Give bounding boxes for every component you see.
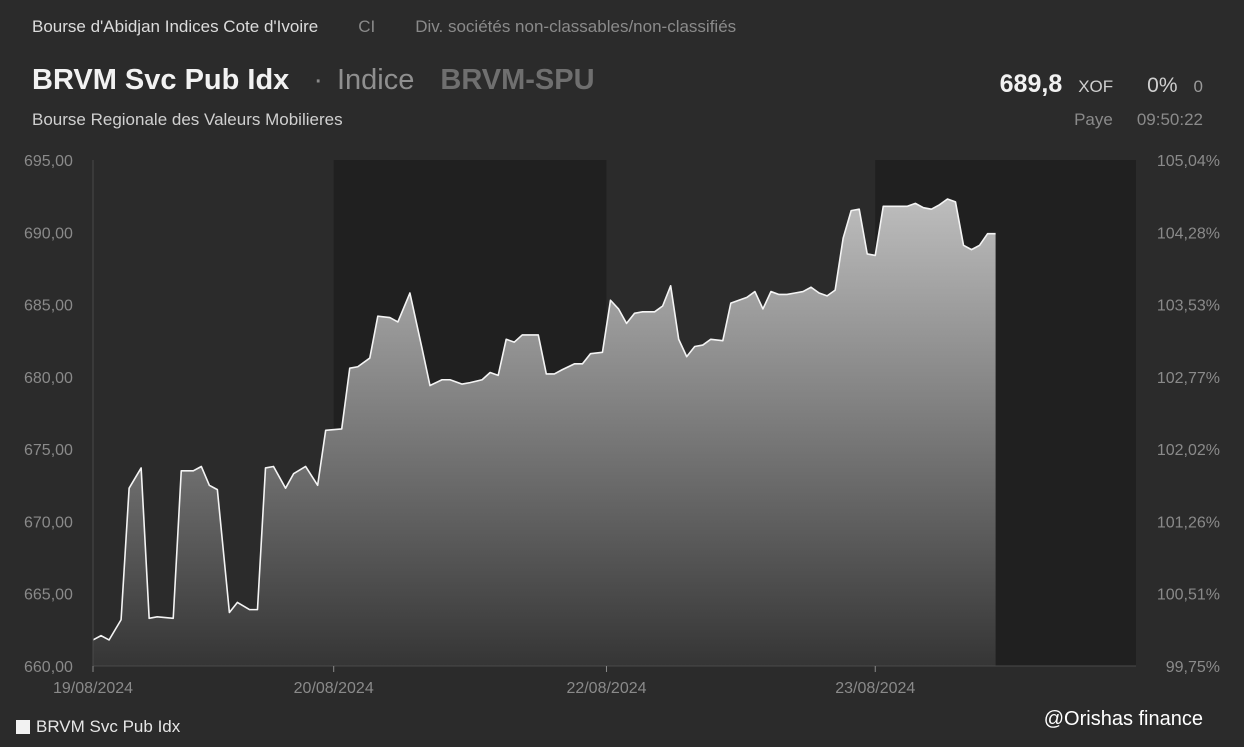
y2-tick-label: 102,77% — [1157, 370, 1220, 387]
y-tick-label: 660,00 — [24, 659, 73, 676]
x-tick-label: 19/08/2024 — [53, 680, 133, 697]
y-tick-label: 685,00 — [24, 298, 73, 315]
x-tick-label: 20/08/2024 — [294, 680, 374, 697]
x-tick-label: 22/08/2024 — [566, 680, 646, 697]
price-chart[interactable]: 660,00 99,75% 665,00 100,51% 670,00 101,26% 67… — [0, 0, 1244, 747]
y2-tick-label: 103,53% — [1157, 298, 1220, 315]
y2-tick-label: 102,02% — [1157, 442, 1220, 459]
y2-tick-label: 99,75% — [1166, 659, 1220, 676]
legend-label: BRVM Svc Pub Idx — [36, 717, 181, 736]
y2-tick-label: 104,28% — [1157, 225, 1220, 242]
y-tick-label: 675,00 — [24, 442, 73, 459]
y-tick-label: 695,00 — [24, 153, 73, 170]
y2-tick-label: 105,04% — [1157, 153, 1220, 170]
y-tick-label: 670,00 — [24, 514, 73, 531]
y-tick-label: 690,00 — [24, 225, 73, 242]
y-tick-label: 680,00 — [24, 370, 73, 387]
y2-tick-label: 100,51% — [1157, 587, 1220, 604]
legend-swatch — [16, 720, 30, 734]
y-tick-label: 665,00 — [24, 587, 73, 604]
chart-legend[interactable]: BRVM Svc Pub Idx — [16, 717, 180, 737]
watermark: @Orishas finance — [1043, 708, 1203, 730]
x-tick-label: 23/08/2024 — [835, 680, 915, 697]
y2-tick-label: 101,26% — [1157, 514, 1220, 531]
